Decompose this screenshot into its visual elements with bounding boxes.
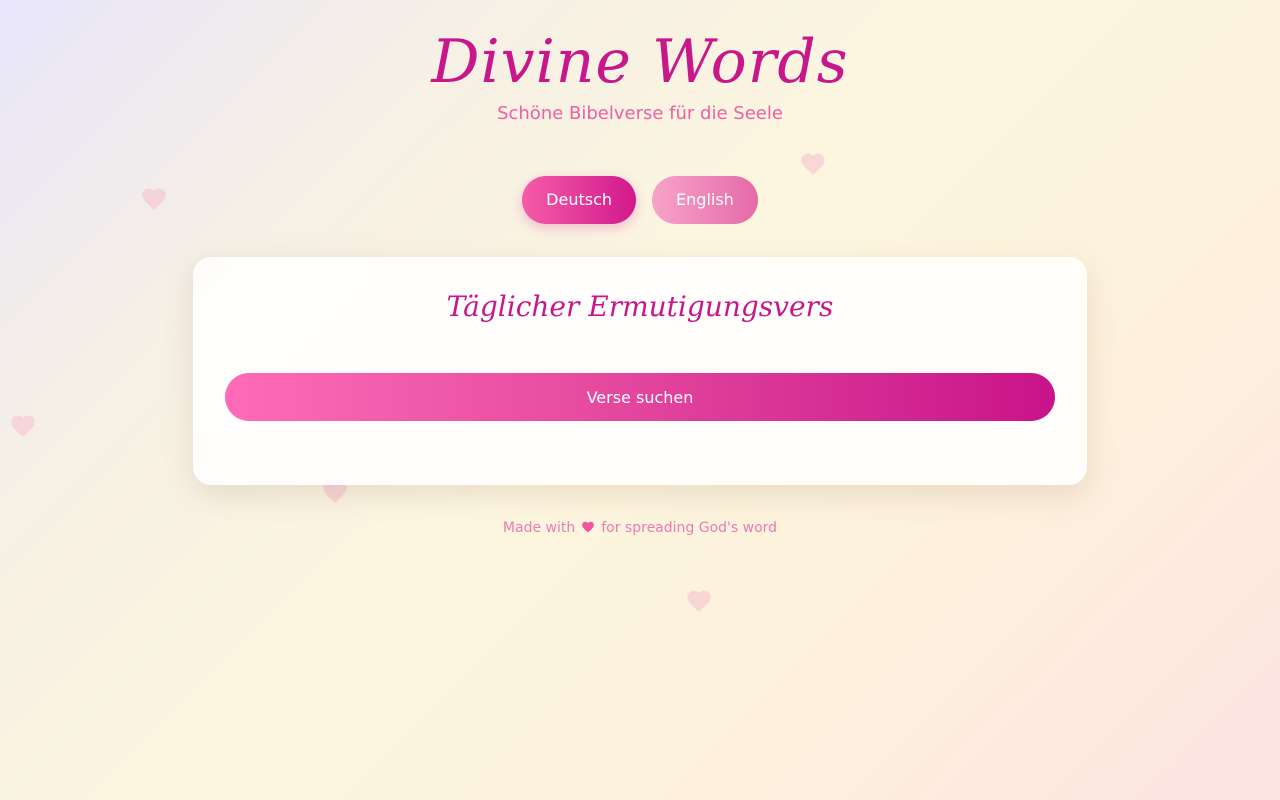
- decor-heart-icon: [9, 412, 37, 440]
- app-title: Divine Words: [431, 27, 849, 97]
- app-subtitle: Schöne Bibelverse für die Seele: [497, 103, 783, 124]
- verse-card: Täglicher Ermutigungsvers Verse suchen: [193, 257, 1087, 485]
- footer-text-before: Made with: [502, 520, 576, 536]
- decor-heart-icon: [799, 150, 827, 178]
- footer: Made with for spreading God's word: [0, 518, 1280, 538]
- search-verse-button[interactable]: Verse suchen: [225, 373, 1055, 421]
- heart-icon: [581, 520, 595, 534]
- footer-text-after: for spreading God's word: [601, 520, 778, 536]
- language-button-deutsch[interactable]: Deutsch: [522, 176, 637, 224]
- language-switcher: Deutsch English: [0, 176, 1280, 224]
- card-title: Täglicher Ermutigungsvers: [446, 290, 834, 323]
- language-button-english[interactable]: English: [652, 176, 758, 224]
- decor-heart-icon: [685, 587, 713, 615]
